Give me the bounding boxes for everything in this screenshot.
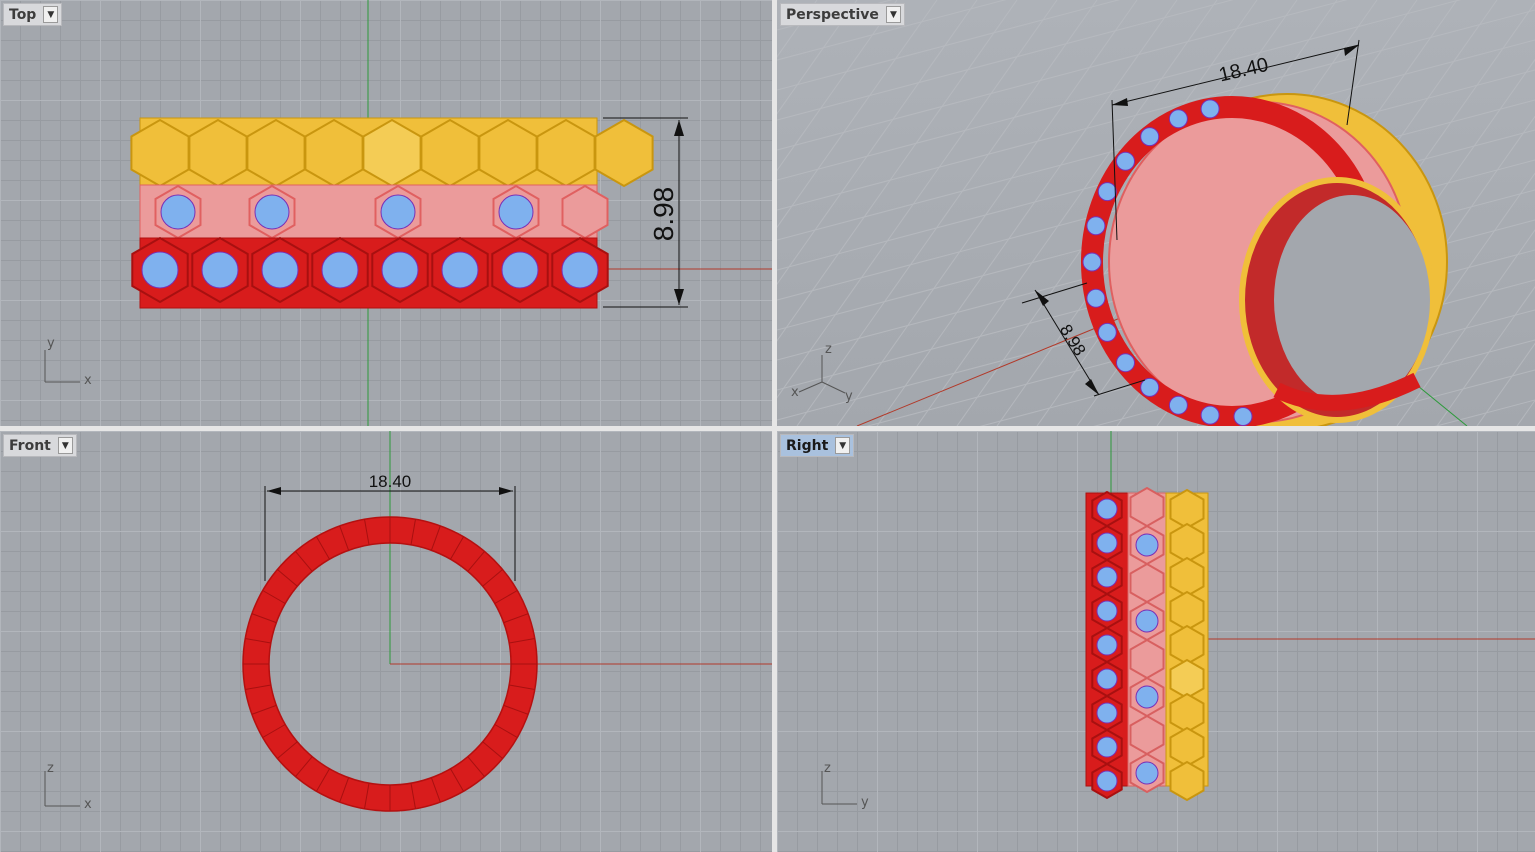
gem [254, 194, 290, 230]
gem [1135, 533, 1159, 557]
gold-hexagon [1169, 760, 1205, 802]
svg-text:y: y [845, 389, 853, 404]
gem [321, 251, 359, 289]
viewport-title: Top [9, 6, 37, 23]
gem [380, 194, 416, 230]
svg-text:x: x [84, 797, 92, 812]
ring-top-view[interactable] [130, 117, 654, 309]
gold-hexagon [594, 118, 654, 188]
viewport-label-front[interactable]: Front ▼ [3, 434, 77, 457]
gem [441, 251, 479, 289]
gem [1097, 322, 1117, 342]
chevron-down-icon[interactable]: ▼ [885, 6, 901, 23]
dimension-text: 8.98 [648, 187, 679, 242]
gem [1200, 405, 1220, 425]
chevron-down-icon[interactable]: ▼ [57, 437, 73, 454]
gold-hexagon [1169, 522, 1205, 564]
gem [1135, 609, 1159, 633]
axis-icon: z x [44, 761, 92, 812]
gem [1096, 498, 1118, 520]
gem [1135, 761, 1159, 785]
gold-hexagon [1169, 658, 1205, 700]
gold-hexagon [1169, 488, 1205, 530]
gem [1140, 377, 1160, 397]
axis-icon: z y [821, 761, 869, 810]
perspective-view-canvas[interactable]: 18.40 8.98 z x y [777, 0, 1535, 426]
ring-perspective-view[interactable] [1081, 93, 1448, 426]
viewport-label-perspective[interactable]: Perspective ▼ [780, 3, 905, 26]
svg-text:z: z [825, 342, 832, 357]
gem [1096, 770, 1118, 792]
pink-hexagon [1129, 562, 1165, 604]
pink-hexagon [1129, 638, 1165, 680]
gem [141, 251, 179, 289]
viewport-title: Front [9, 437, 51, 454]
gem [1097, 182, 1117, 202]
viewport-title: Right [786, 437, 829, 454]
svg-text:8.98: 8.98 [1056, 321, 1090, 359]
gem [1168, 395, 1188, 415]
chevron-down-icon[interactable]: ▼ [43, 6, 59, 23]
gem [498, 194, 534, 230]
gem [1096, 668, 1118, 690]
gem [1168, 109, 1188, 129]
gold-hexagon [1169, 692, 1205, 734]
gem [1233, 407, 1253, 426]
gem [561, 251, 599, 289]
svg-text:x: x [791, 385, 799, 400]
gem [1096, 634, 1118, 656]
gold-hexagon [1169, 556, 1205, 598]
svg-text:z: z [824, 761, 831, 776]
viewport-top[interactable]: 8.98 y x Top ▼ [0, 0, 772, 426]
svg-text:y: y [47, 336, 55, 351]
gem [1116, 151, 1135, 171]
viewport-front[interactable]: 18.40 z x Front ▼ [0, 431, 772, 852]
gem [1116, 353, 1135, 373]
dimension-text: 18.40 [369, 472, 412, 491]
svg-text:x: x [84, 373, 92, 388]
viewport-label-right[interactable]: Right ▼ [780, 434, 855, 457]
front-view-canvas[interactable]: 18.40 z x [0, 431, 772, 852]
axis-icon: y x [44, 336, 92, 388]
gem [160, 194, 196, 230]
ring-right-view[interactable] [1085, 486, 1209, 802]
gem [1086, 216, 1106, 236]
gem [1135, 685, 1159, 709]
gem [1096, 702, 1118, 724]
gold-hexagon [1169, 624, 1205, 666]
gold-hexagon [1169, 590, 1205, 632]
top-view-canvas[interactable]: 8.98 y x [0, 0, 772, 426]
chevron-down-icon[interactable]: ▼ [835, 437, 851, 454]
gem [1140, 127, 1160, 147]
gold-hexagon [1169, 726, 1205, 768]
viewport-perspective[interactable]: 18.40 8.98 z x y Perspective ▼ [777, 0, 1535, 426]
gem [501, 251, 539, 289]
svg-text:z: z [47, 761, 54, 776]
gem [1086, 288, 1106, 308]
gold-hexagon-row [130, 118, 654, 188]
viewport-label-top[interactable]: Top ▼ [3, 3, 63, 26]
pink-hexagon [1129, 714, 1165, 756]
gem [1096, 566, 1118, 588]
gem [381, 251, 419, 289]
gem [1082, 252, 1102, 272]
gem [1096, 736, 1118, 758]
gem [261, 251, 299, 289]
viewport-right[interactable]: z y Right ▼ [777, 431, 1535, 852]
gem [1096, 600, 1118, 622]
gem [1096, 532, 1118, 554]
svg-text:y: y [861, 795, 869, 810]
right-view-canvas[interactable]: z y [777, 431, 1535, 852]
viewport-title: Perspective [786, 6, 879, 23]
gem [1200, 99, 1220, 119]
gem [201, 251, 239, 289]
pink-hexagon [1129, 486, 1165, 528]
axis-icon: z x y [791, 342, 853, 404]
